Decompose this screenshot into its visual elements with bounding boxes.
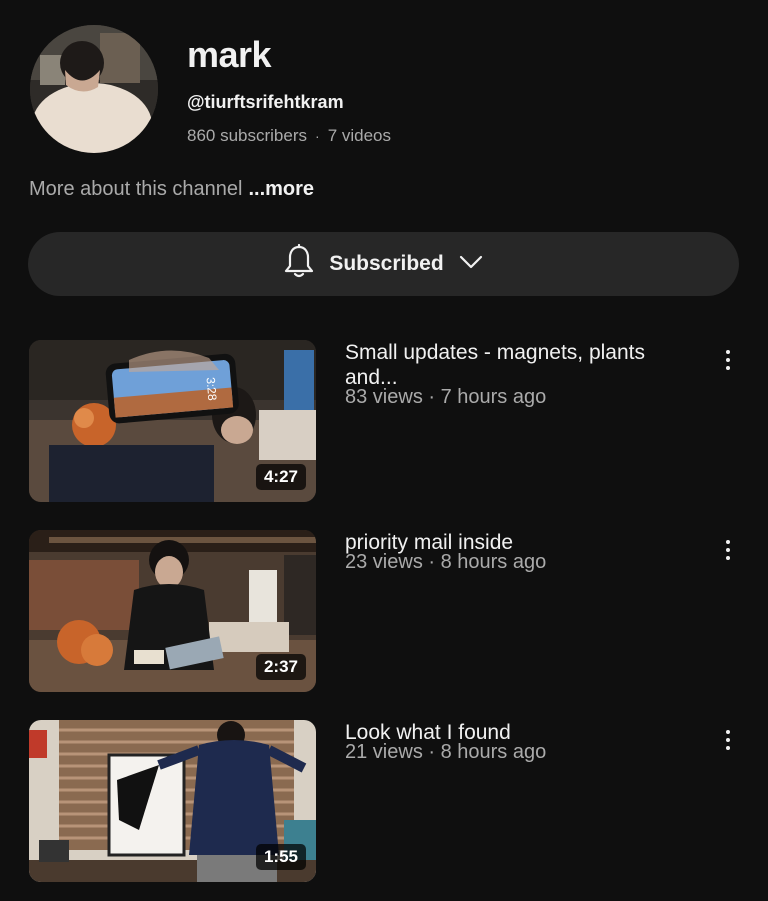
video-title[interactable]: Small updates - magnets, plants and...: [345, 340, 695, 390]
video-duration: 4:27: [255, 464, 306, 490]
thumb-clock-text: 3:28: [203, 377, 219, 402]
subscribed-button[interactable]: Subscribed: [28, 232, 739, 296]
video-meta: 21 views · 8 hours ago: [345, 741, 547, 763]
video-meta: 23 views · 8 hours ago: [345, 551, 547, 573]
channel-handle: @tiurftsrifehtkram: [187, 92, 344, 112]
bell-icon: [283, 243, 315, 285]
channel-name: mark: [187, 34, 272, 75]
video-duration: 2:37: [255, 654, 306, 680]
more-options-icon[interactable]: [717, 726, 739, 754]
video-thumbnail[interactable]: 1:55: [29, 720, 316, 882]
chevron-down-icon: [458, 254, 484, 275]
video-item[interactable]: 3:28 4:27 Small updates - magnets, plant…: [29, 340, 739, 502]
channel-avatar[interactable]: [30, 25, 158, 153]
subscribed-label: Subscribed: [329, 252, 444, 275]
video-meta: 83 views · 7 hours ago: [345, 386, 547, 408]
video-count: 7 videos: [327, 126, 392, 145]
more-link[interactable]: ...more: [248, 178, 314, 200]
more-options-icon[interactable]: [717, 536, 739, 564]
about-text: More about this channel: [29, 178, 243, 200]
separator-dot: ·: [315, 128, 320, 144]
video-duration: 1:55: [255, 844, 306, 870]
video-item[interactable]: 1:55 Look what I found 21 views · 8 hour…: [29, 720, 739, 882]
channel-stats: 860 subscribers · 7 videos: [187, 126, 391, 146]
video-thumbnail[interactable]: 2:37: [29, 530, 316, 692]
video-thumbnail[interactable]: 3:28 4:27: [29, 340, 316, 502]
video-item[interactable]: 2:37 priority mail inside 23 views · 8 h…: [29, 530, 739, 692]
subscriber-count: 860 subscribers: [187, 126, 308, 145]
channel-about[interactable]: More about this channel ...more: [29, 178, 314, 201]
more-options-icon[interactable]: [717, 346, 739, 374]
